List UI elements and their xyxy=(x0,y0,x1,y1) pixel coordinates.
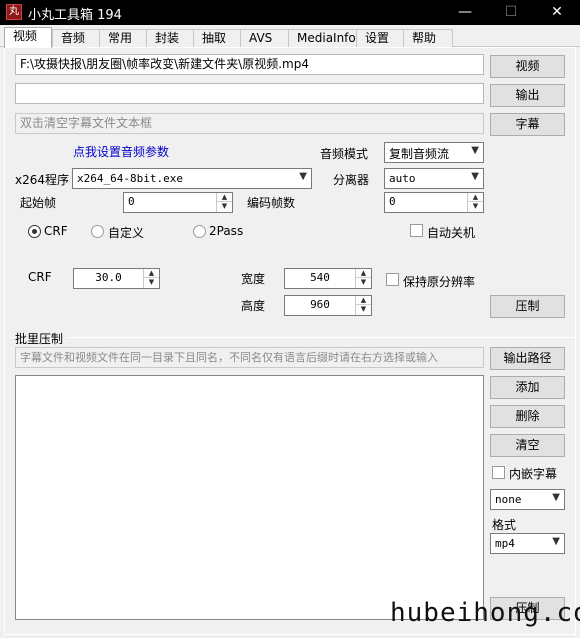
mode-crf-radio[interactable] xyxy=(28,225,41,238)
embed-subtitle-checkbox[interactable] xyxy=(492,466,505,479)
chevron-down-icon: ▼ xyxy=(299,171,307,182)
tab-settings[interactable]: 设置 xyxy=(356,29,404,47)
chevron-down-icon: ▼ xyxy=(552,492,560,503)
splitter-value: auto xyxy=(389,172,416,185)
mode-2pass-label: 2Pass xyxy=(209,224,244,238)
crf-label: CRF xyxy=(28,270,52,284)
width-value: 540 xyxy=(310,271,330,284)
mode-2pass-radio[interactable] xyxy=(193,225,206,238)
subtitle-lang-select[interactable]: none ▼ xyxy=(490,489,565,510)
audio-mode-value: 复制音频流 xyxy=(389,147,450,161)
tab-avs[interactable]: AVS xyxy=(240,29,289,47)
subtitle-lang-value: none xyxy=(495,493,522,506)
x264-label: x264程序 xyxy=(15,173,70,187)
subtitle-button[interactable]: 字幕 xyxy=(490,113,565,136)
width-spinner[interactable]: 540 ▲ ▼ xyxy=(284,268,372,289)
minimize-button[interactable]: — xyxy=(442,0,488,25)
window-title: 小丸工具箱 194 xyxy=(28,8,122,23)
splitter-label: 分离器 xyxy=(333,173,370,187)
encode-frames-value: 0 xyxy=(389,195,396,208)
mode-custom-label: 自定义 xyxy=(108,226,145,240)
keep-resolution-label: 保持原分辨率 xyxy=(403,275,476,289)
spin-down-icon[interactable]: ▼ xyxy=(144,278,159,287)
crf-value: 30.0 xyxy=(95,271,122,284)
batch-delete-button[interactable]: 删除 xyxy=(490,405,565,428)
width-label: 宽度 xyxy=(241,272,266,286)
encode-frames-label: 编码帧数 xyxy=(247,196,296,210)
mode-custom-radio[interactable] xyxy=(91,225,104,238)
compress-button[interactable]: 压制 xyxy=(490,295,565,318)
batch-file-list[interactable] xyxy=(15,375,484,620)
spin-up-icon[interactable]: ▲ xyxy=(217,193,232,202)
batch-add-button[interactable]: 添加 xyxy=(490,376,565,399)
splitter-select[interactable]: auto ▼ xyxy=(384,168,484,189)
audio-mode-select[interactable]: 复制音频流 ▼ xyxy=(384,142,484,163)
batch-group-border xyxy=(10,337,576,338)
height-spinner[interactable]: 960 ▲ ▼ xyxy=(284,295,372,316)
spin-up-icon[interactable]: ▲ xyxy=(356,296,371,305)
x264-value: x264_64-8bit.exe xyxy=(77,172,183,185)
tab-audio[interactable]: 音频 xyxy=(52,29,100,47)
spin-down-icon[interactable]: ▼ xyxy=(468,202,483,211)
output-button[interactable]: 输出 xyxy=(490,84,565,107)
spin-down-icon[interactable]: ▼ xyxy=(356,278,371,287)
height-label: 高度 xyxy=(241,299,266,313)
start-frame-label: 起始帧 xyxy=(20,196,57,210)
encode-frames-spinner[interactable]: 0 ▲ ▼ xyxy=(384,192,484,213)
audio-mode-label: 音频模式 xyxy=(320,147,369,161)
app-icon: 丸 xyxy=(6,4,22,20)
close-button[interactable]: ✕ xyxy=(534,0,580,25)
watermark-text: hubeihong.com xyxy=(390,598,580,628)
chevron-down-icon: ▼ xyxy=(471,171,479,182)
input-video-path[interactable]: F:\攻摄快报\朋友圈\帧率改变\新建文件夹\原视频.mp4 xyxy=(15,54,484,75)
batch-clear-button[interactable]: 清空 xyxy=(490,434,565,457)
format-label: 格式 xyxy=(492,518,517,532)
batch-output-path-button[interactable]: 输出路径 xyxy=(490,347,565,370)
embed-subtitle-label: 内嵌字幕 xyxy=(509,467,558,481)
tab-video[interactable]: 视频 xyxy=(4,27,52,48)
batch-group-title: 批里压制 xyxy=(15,330,67,347)
chevron-down-icon: ▼ xyxy=(471,145,479,156)
title-bar: 丸 小丸工具箱 194 — ☐ ✕ xyxy=(0,0,580,25)
tab-mediainfo[interactable]: MediaInfo xyxy=(288,29,357,47)
auto-shutdown-checkbox[interactable] xyxy=(410,224,423,237)
spin-up-icon[interactable]: ▲ xyxy=(144,269,159,278)
select-video-button[interactable]: 视频 xyxy=(490,55,565,78)
spin-up-icon[interactable]: ▲ xyxy=(356,269,371,278)
crf-spinner[interactable]: 30.0 ▲ ▼ xyxy=(73,268,160,289)
tab-help[interactable]: 帮助 xyxy=(403,29,453,47)
batch-subtitle-hint[interactable]: 字幕文件和视频文件在同一目录下且同名，不同名仅有语言后缀时请在右方选择或输入 xyxy=(15,347,484,368)
mode-crf-label: CRF xyxy=(44,224,68,238)
tab-extract[interactable]: 抽取 xyxy=(193,29,241,47)
audio-params-link[interactable]: 点我设置音频参数 xyxy=(73,143,169,160)
format-value: mp4 xyxy=(495,537,515,550)
spin-down-icon[interactable]: ▼ xyxy=(217,202,232,211)
start-frame-spinner[interactable]: 0 ▲ ▼ xyxy=(123,192,233,213)
spin-up-icon[interactable]: ▲ xyxy=(468,193,483,202)
auto-shutdown-label: 自动关机 xyxy=(427,226,476,240)
tab-common[interactable]: 常用 xyxy=(99,29,147,47)
chevron-down-icon: ▼ xyxy=(552,536,560,547)
height-value: 960 xyxy=(310,298,330,311)
spin-down-icon[interactable]: ▼ xyxy=(356,305,371,314)
start-frame-value: 0 xyxy=(128,195,135,208)
output-path-field[interactable] xyxy=(15,83,484,104)
maximize-button[interactable]: ☐ xyxy=(488,0,534,25)
keep-resolution-checkbox[interactable] xyxy=(386,273,399,286)
subtitle-path-field[interactable]: 双击清空字幕文件文本框 xyxy=(15,113,484,134)
x264-select[interactable]: x264_64-8bit.exe ▼ xyxy=(72,168,312,189)
format-select[interactable]: mp4 ▼ xyxy=(490,533,565,554)
tab-mux[interactable]: 封装 xyxy=(146,29,194,47)
